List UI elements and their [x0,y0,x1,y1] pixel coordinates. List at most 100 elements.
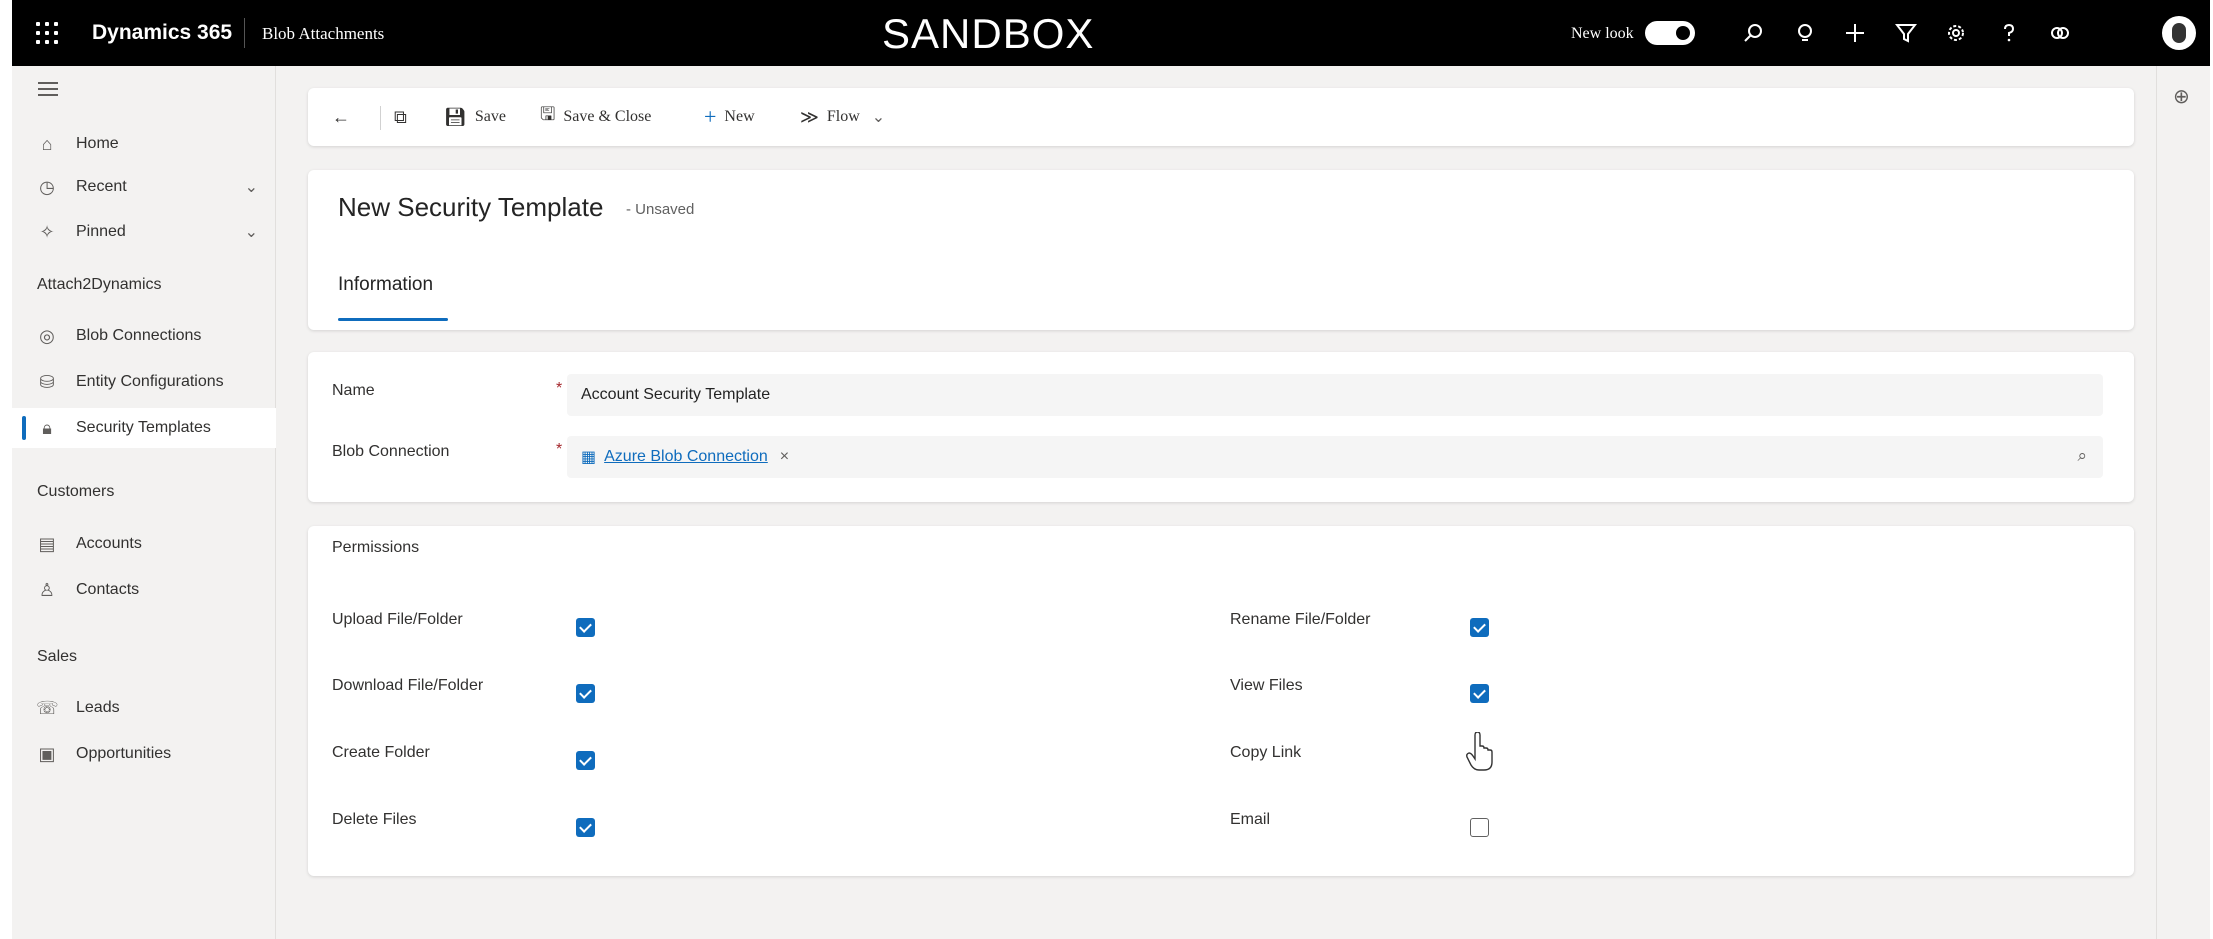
pin-icon: ✧ [39,221,55,242]
toggle-knob [1676,26,1690,40]
app-name[interactable]: Dynamics 365 [92,21,232,45]
nav-item-label: Contacts [76,581,140,598]
required-indicator: * [556,441,563,458]
copilot-pane-icon[interactable]: ⊕ [2173,84,2190,109]
new-look-toggle[interactable] [1645,21,1695,45]
nav-item-entity-configurations[interactable]: ⛁ Entity Configurations [12,362,276,402]
save-status: - Unsaved [626,201,695,218]
blob-connection-link[interactable]: Azure Blob Connection [604,448,768,466]
flow-icon: ≫ [800,106,819,127]
search-icon[interactable] [1739,19,1767,47]
environment-label: SANDBOX [882,10,1095,57]
nav-item-blob-connections[interactable]: ◎ Blob Connections [12,316,276,356]
chevron-down-icon[interactable]: ⌄ [245,222,258,242]
nav-item-pinned[interactable]: ✧ Pinned ⌄ [12,212,276,252]
view-files-permission-label: View Files [1230,677,1303,694]
lookup-search-icon[interactable]: ⌕ [2077,446,2087,466]
hand-cursor-icon [1466,732,1493,771]
connection-icon: ◎ [39,325,55,346]
open-in-new-window-button[interactable]: ⧉ [394,88,415,146]
plus-icon: + [704,104,717,129]
opportunity-icon: ▣ [38,743,56,764]
permissions-section: Permissions Upload File/Folder Download … [308,526,2134,876]
tab-information[interactable]: Information [338,274,433,296]
chevron-down-icon[interactable]: ⌄ [245,177,258,197]
save-button[interactable]: 💾︎ Save [444,88,506,146]
flow-label: Flow [826,108,860,125]
nav-item-label: Blob Connections [76,327,202,344]
record-icon: ▦ [581,449,597,466]
save-close-button[interactable]: 🖫︎ Save & Close [540,88,651,146]
right-side-pane: ⊕ [2156,66,2210,939]
nav-item-contacts[interactable]: ♙ Contacts [12,570,276,610]
save-label: Save [474,108,506,125]
create-folder-permission-checkbox[interactable] [576,751,595,770]
nav-item-label: Accounts [76,535,142,552]
blob-connection-lookup[interactable]: ▦ Azure Blob Connection × ⌕ [567,436,2103,478]
back-arrow-icon: ← [332,106,350,127]
clock-icon: ◷ [39,176,55,197]
download-permission-checkbox[interactable] [576,684,595,703]
nav-item-home[interactable]: ⌂ Home [12,124,276,164]
upload-permission-label: Upload File/Folder [332,611,463,628]
nav-item-label: Recent [76,178,127,195]
rename-permission-checkbox[interactable] [1470,618,1489,637]
permissions-title: Permissions [332,539,420,556]
required-indicator: * [556,380,563,397]
command-bar: ← ⧉ 💾︎ Save 🖫︎ Save & Close + New ≫ Flow… [308,88,2134,146]
nav-item-label: Entity Configurations [76,373,224,390]
back-button[interactable]: ← [332,88,358,146]
help-icon[interactable] [1995,19,2023,47]
nav-item-recent[interactable]: ◷ Recent ⌄ [12,167,276,207]
email-permission-checkbox[interactable] [1470,818,1489,837]
form-header: New Security Template - Unsaved Informat… [308,170,2134,330]
delete-files-permission-checkbox[interactable] [576,818,595,837]
new-look-label: New look [1571,25,1634,42]
save-close-label: Save & Close [563,108,652,125]
account-icon: ▤ [38,533,56,554]
top-bar: Dynamics 365 Blob Attachments SANDBOX Ne… [12,0,2210,66]
nav-item-accounts[interactable]: ▤ Accounts [12,524,276,564]
new-button[interactable]: + New [704,88,755,146]
save-close-icon: 🖫︎ [540,104,556,124]
upload-permission-checkbox[interactable] [576,618,595,637]
person-icon: ♙ [38,579,56,600]
nav-item-security-templates[interactable]: 🔒︎ Security Templates [12,408,276,448]
command-bar-divider [380,106,381,130]
nav-item-label: Opportunities [76,745,172,762]
nav-item-leads[interactable]: ☏ Leads [12,688,276,728]
settings-icon[interactable] [1942,19,1970,47]
view-files-permission-checkbox[interactable] [1470,684,1489,703]
filter-icon[interactable] [1892,19,1920,47]
flow-button[interactable]: ≫ Flow ⌄ [800,88,885,146]
lookup-selected-record: ▦ Azure Blob Connection × [581,447,789,467]
create-folder-permission-label: Create Folder [332,744,430,761]
nav-item-opportunities[interactable]: ▣ Opportunities [12,734,276,774]
sitemap-sidebar: ⌂ Home ◷ Recent ⌄ ✧ Pinned ⌄ Attach2Dyna… [12,66,276,939]
hamburger-menu-icon[interactable] [38,82,58,96]
lock-icon: 🔒︎ [42,417,52,438]
section-header-customers: Customers [37,483,115,500]
delete-files-permission-label: Delete Files [332,811,417,828]
general-section: Name * Account Security Template Blob Co… [308,352,2134,502]
leads-icon: ☏ [36,697,59,718]
chevron-down-icon: ⌄ [871,109,886,126]
nav-item-label: Security Templates [76,419,211,436]
rename-permission-label: Rename File/Folder [1230,611,1371,628]
name-value[interactable]: Account Security Template [581,386,770,404]
new-label: New [724,108,755,125]
copilot-icon[interactable] [2046,19,2074,47]
section-header-attach2dynamics: Attach2Dynamics [37,276,162,293]
name-field[interactable]: Account Security Template [567,374,2103,416]
save-icon: 💾︎ [444,106,467,127]
lightbulb-icon[interactable] [1791,19,1819,47]
plus-icon[interactable] [1841,19,1869,47]
app-launcher-icon[interactable] [36,22,58,44]
nav-item-label: Pinned [76,223,126,240]
remove-value-icon[interactable]: × [780,448,789,466]
user-avatar[interactable] [2162,16,2196,50]
app-page-name[interactable]: Blob Attachments [262,24,384,44]
popout-icon: ⧉ [394,106,407,127]
download-permission-label: Download File/Folder [332,677,484,694]
blob-connection-label: Blob Connection [332,443,450,460]
